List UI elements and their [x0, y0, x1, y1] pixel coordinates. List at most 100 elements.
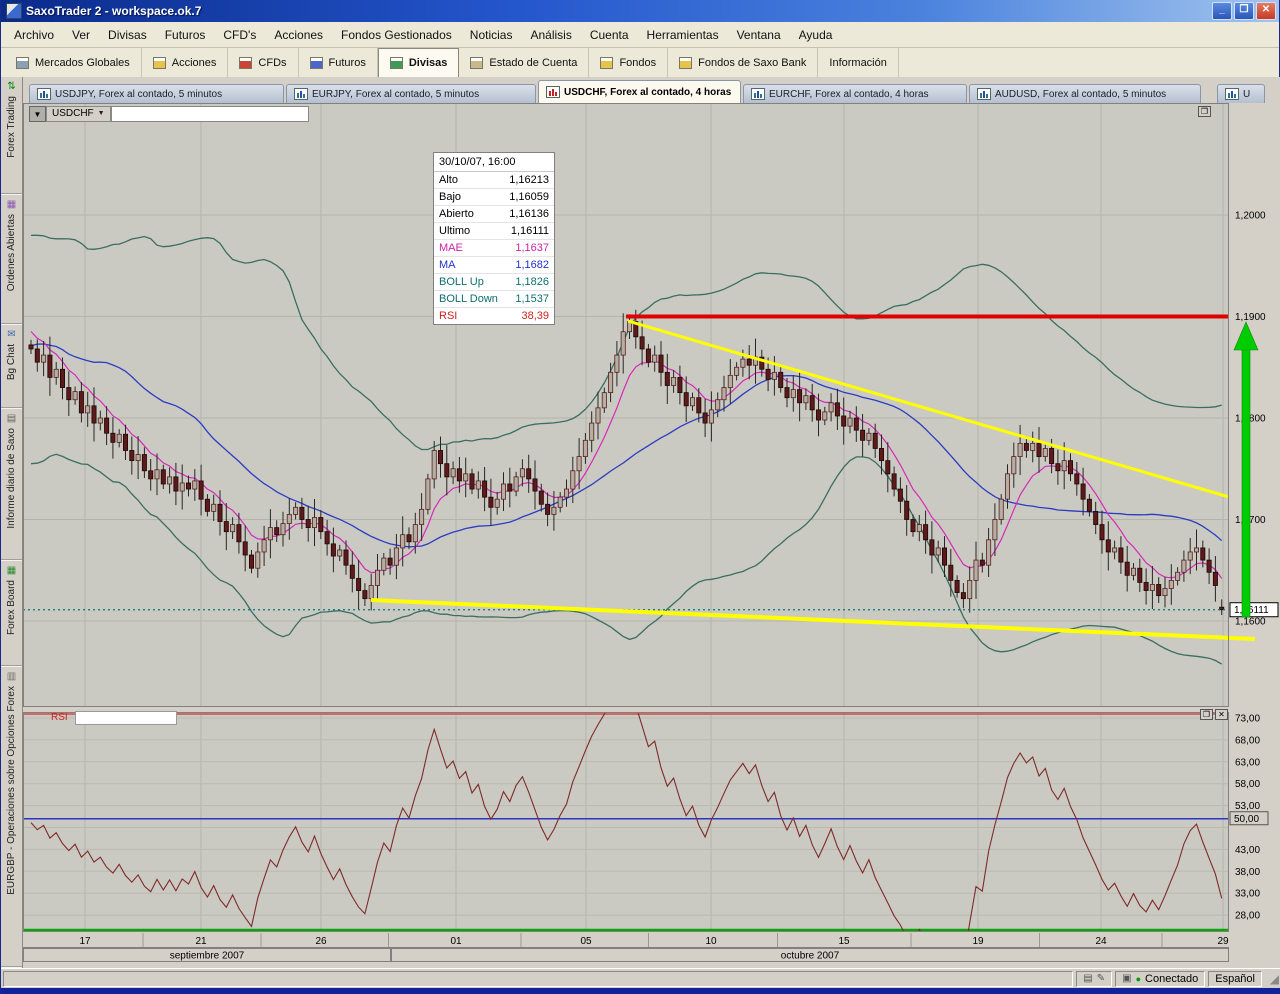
chart-tab[interactable]: USDJPY, Forex al contado, 5 minutos	[29, 84, 284, 103]
menu-item[interactable]: Divisas	[99, 23, 156, 46]
minimize-button[interactable]: _	[1212, 2, 1232, 20]
svg-text:24: 24	[1095, 936, 1107, 947]
menu-item[interactable]: Noticias	[461, 23, 522, 46]
chart-tab[interactable]: EURCHF, Forex al contado, 4 horas	[743, 84, 967, 103]
toolbar-button[interactable]: Información	[818, 48, 898, 77]
symbol-dropdown[interactable]: USDCHF ▼	[46, 106, 111, 122]
sidebar-item[interactable]: ✉Bg Chat	[1, 325, 22, 409]
menu-item[interactable]: Ver	[63, 23, 99, 46]
tooltip-row-value: 1,16136	[509, 208, 549, 220]
symbol-value: USDCHF	[52, 108, 94, 119]
forex-trading-icon: ⇅	[7, 80, 15, 94]
toolbar-button[interactable]: Fondos	[589, 48, 668, 77]
tooltip-row-label: MAE	[439, 242, 463, 254]
tooltip-row: RSI38,39	[434, 308, 554, 324]
funds-icon	[600, 57, 613, 69]
printer-icon[interactable]: ▤	[1083, 973, 1092, 984]
chart-tab[interactable]: AUDUSD, Forex al contado, 5 minutos	[969, 84, 1201, 103]
close-button[interactable]: ✕	[1256, 2, 1276, 20]
lock-icon: ●	[1136, 974, 1141, 984]
rsi-pane-label: RSI	[51, 712, 68, 723]
network-icon: ▣	[1122, 973, 1131, 984]
svg-text:38,00: 38,00	[1235, 867, 1260, 878]
toolbar-button-label: Fondos	[619, 57, 656, 69]
toolbar-button-label: Futuros	[329, 57, 366, 69]
cfd-icon	[239, 57, 252, 69]
status-bar: ▤ ✎ ▣ ● Conectado Español ◢	[1, 968, 1280, 988]
svg-text:1,1600: 1,1600	[1235, 617, 1266, 628]
toolbar-button[interactable]: Acciones	[142, 48, 229, 77]
title-bar[interactable]: SaxoTrader 2 - workspace.ok.7 _ ❐ ✕	[1, 0, 1279, 22]
menu-item[interactable]: Fondos Gestionados	[332, 23, 461, 46]
tooltip-row: Bajo1,16059	[434, 189, 554, 206]
chart-tab[interactable]: EURJPY, Forex al contado, 5 minutos	[286, 84, 536, 103]
sidebar-item[interactable]: ▥EURGBP - Operaciones sobre Opciones For…	[1, 667, 22, 968]
toolbar-button[interactable]: Estado de Cuenta	[459, 48, 589, 77]
svg-text:63,00: 63,00	[1235, 757, 1260, 768]
saxotrader-window: SaxoTrader 2 - workspace.ok.7 _ ❐ ✕ Arch…	[0, 0, 1280, 994]
sidebar-item[interactable]: ▤Informe diario de Saxo	[1, 409, 22, 561]
chart-tab[interactable]: U	[1217, 84, 1265, 103]
chart-menu-button[interactable]: ▼	[29, 106, 46, 122]
language-panel: Español	[1208, 971, 1262, 987]
svg-text:21: 21	[195, 936, 207, 947]
left-sidebar: ⇅Forex Trading ▦ Ordenes Abiertas ✉Bg Chat▤…	[1, 77, 23, 968]
svg-text:28,00: 28,00	[1235, 911, 1260, 922]
sidebar-item[interactable]: ▦ Ordenes Abiertas	[1, 195, 22, 325]
account-icon	[470, 57, 483, 69]
toolbar-button-label: Estado de Cuenta	[489, 57, 577, 69]
tooltip-row-value: 1,16213	[509, 174, 549, 186]
toolbar-button-label: CFDs	[258, 57, 286, 69]
svg-text:15: 15	[838, 936, 850, 947]
rsi-period-input[interactable]	[75, 711, 177, 725]
chart-tab-label: EURCHF, Forex al contado, 4 horas	[769, 89, 929, 100]
toolbar-button-label: Fondos de Saxo Bank	[698, 57, 806, 69]
tooltip-row-value: 1,16059	[509, 191, 549, 203]
tooltip-row: Abierto1,16136	[434, 206, 554, 223]
toolbar-button-label: Información	[829, 57, 886, 69]
open-orders-icon: ▦	[7, 198, 16, 212]
toolbar-button[interactable]: Fondos de Saxo Bank	[668, 48, 818, 77]
menu-item[interactable]: Ayuda	[790, 23, 842, 46]
edit-icon[interactable]: ✎	[1097, 973, 1105, 984]
language-label: Español	[1215, 973, 1255, 985]
sidebar-item[interactable]: ⇅Forex Trading	[1, 77, 22, 195]
resize-grip[interactable]: ◢	[1265, 972, 1279, 986]
toolbar-button[interactable]: Futuros	[299, 48, 378, 77]
chevron-down-icon: ▼	[98, 110, 105, 117]
chart-tooltip: 30/10/07, 16:00 Alto1,16213Bajo1,16059Ab…	[433, 152, 555, 325]
tooltip-timestamp: 30/10/07, 16:00	[434, 153, 554, 172]
menu-item[interactable]: Cuenta	[581, 23, 638, 46]
toolbar-button-label: Divisas	[409, 57, 448, 69]
toolbar-button[interactable]: CFDs	[228, 48, 298, 77]
tooltip-row-value: 1,1826	[515, 276, 549, 288]
status-icons-panel: ▤ ✎	[1076, 971, 1112, 987]
menu-item[interactable]: Ventana	[728, 23, 790, 46]
svg-text:octubre 2007: octubre 2007	[781, 951, 840, 962]
symbol-search-input[interactable]	[111, 106, 309, 122]
restore-pane-icon[interactable]: ❐	[1198, 106, 1211, 117]
menu-item[interactable]: CFD's	[214, 23, 265, 46]
chart-tab-label: USDCHF, Forex al contado, 4 horas	[564, 87, 731, 98]
menu-item[interactable]: Herramientas	[638, 23, 728, 46]
app-icon	[6, 3, 22, 19]
maximize-button[interactable]: ❐	[1234, 2, 1254, 20]
menu-item[interactable]: Análisis	[521, 23, 580, 46]
menu-item[interactable]: Futuros	[156, 23, 215, 46]
price-chart-canvas[interactable]: 1,20001,19001,18001,17001,160073,0068,00…	[23, 103, 1280, 962]
menu-bar: ArchivoVerDivisasFuturosCFD'sAccionesFon…	[1, 22, 1279, 48]
tooltip-row: Ultimo1,16111	[434, 223, 554, 240]
chat-icon: ✉	[7, 328, 15, 342]
svg-text:1,1800: 1,1800	[1235, 414, 1266, 425]
rsi-close-icon[interactable]: ✕	[1215, 709, 1228, 720]
toolbar-button[interactable]: Divisas	[378, 48, 460, 77]
menu-item[interactable]: Archivo	[5, 23, 63, 46]
menu-item[interactable]: Acciones	[265, 23, 332, 46]
chart-tab[interactable]: USDCHF, Forex al contado, 4 horas	[538, 80, 741, 103]
svg-text:05: 05	[580, 936, 592, 947]
sidebar-item-label: Ordenes Abiertas	[6, 214, 17, 291]
stocks-icon	[153, 57, 166, 69]
sidebar-item[interactable]: ▦Forex Board	[1, 561, 22, 667]
rsi-restore-icon[interactable]: ❐	[1200, 709, 1213, 720]
toolbar-button[interactable]: Mercados Globales	[5, 48, 142, 77]
